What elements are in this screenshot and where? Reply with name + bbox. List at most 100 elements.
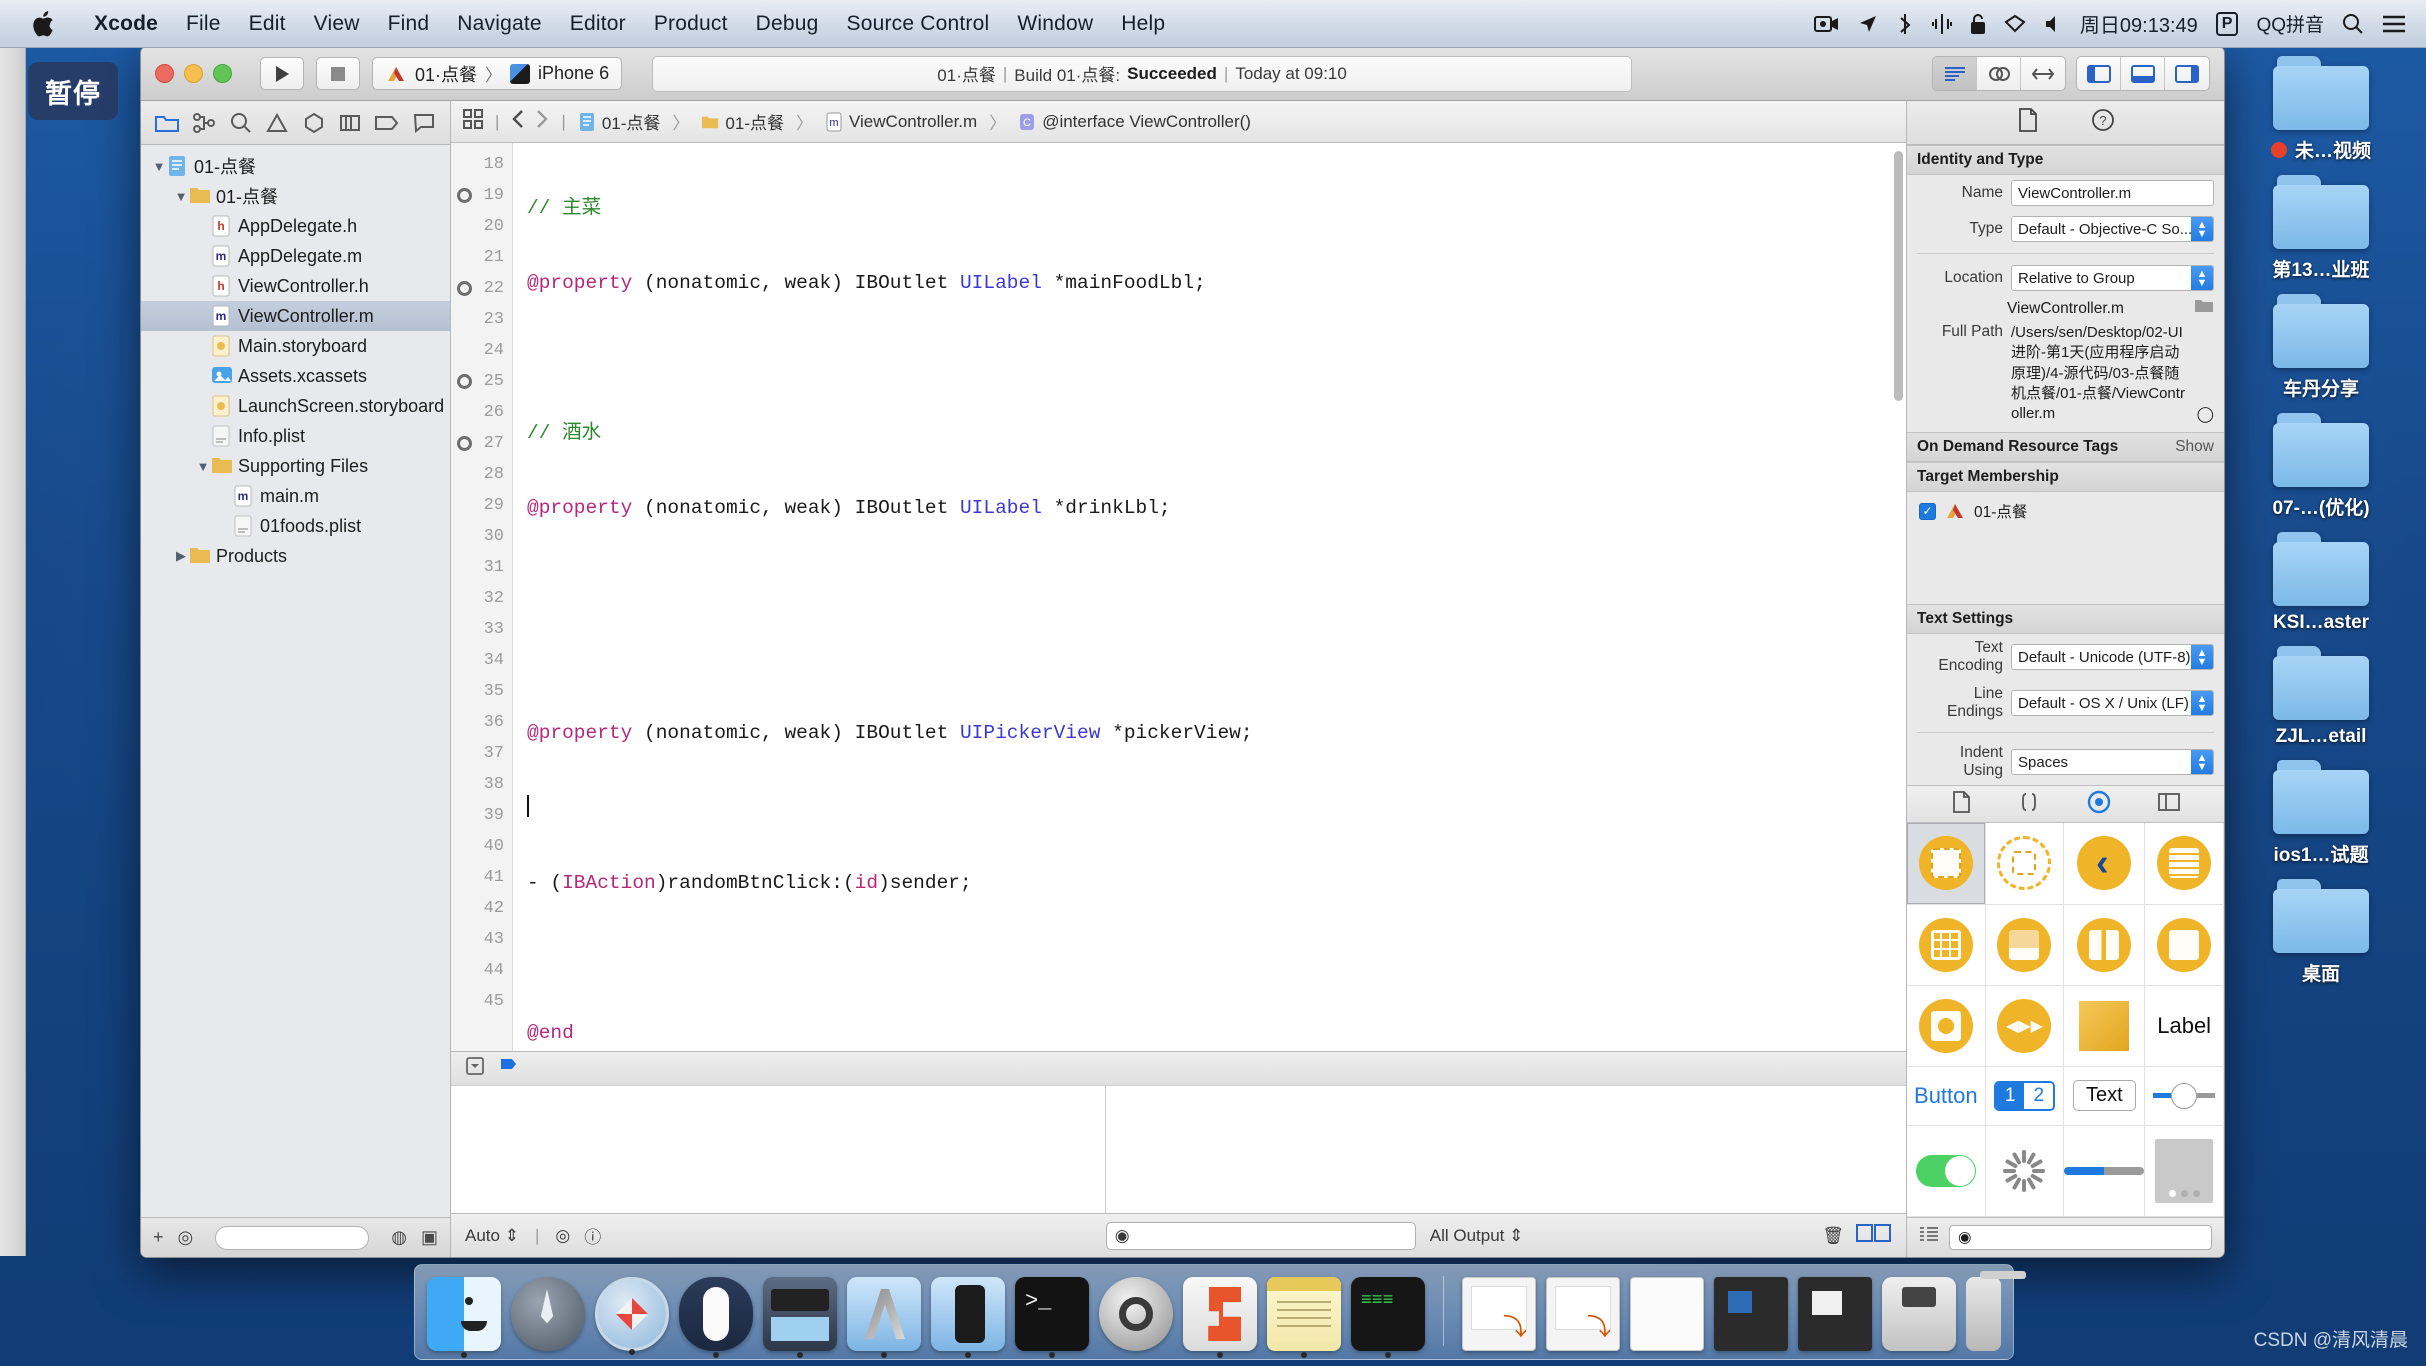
- imovie-icon[interactable]: [763, 1277, 837, 1358]
- trash-icon[interactable]: [1965, 1271, 2027, 1351]
- gutter-line-20[interactable]: 20: [451, 211, 512, 242]
- breakpoint-marker-icon[interactable]: [457, 374, 472, 389]
- desktop-icon-folder[interactable]: 车丹分享: [2241, 294, 2401, 401]
- gutter-line-32[interactable]: 32: [451, 583, 512, 614]
- disclosure-triangle-icon[interactable]: ▼: [173, 189, 189, 204]
- location-arrow-icon[interactable]: [1858, 14, 1878, 34]
- gutter-line-45[interactable]: 45: [451, 986, 512, 1017]
- gutter-line-26[interactable]: 26: [451, 397, 512, 428]
- calculator-icon[interactable]: ≡≡≡: [1351, 1277, 1425, 1358]
- object-library-grid[interactable]: ‹ ◀▶▶ Label Button 12 Text: [1907, 823, 2224, 1217]
- launchpad-icon[interactable]: [511, 1277, 585, 1351]
- desktop-icon-folder[interactable]: 桌面: [2241, 879, 2401, 986]
- library-view-toggle-icon[interactable]: [1919, 1226, 1939, 1249]
- run-button[interactable]: [260, 57, 304, 90]
- navigator-row-main-storyboard[interactable]: Main.storyboard: [141, 331, 450, 361]
- menu-edit[interactable]: Edit: [235, 10, 300, 38]
- library-item-text-field[interactable]: Text: [2064, 1067, 2146, 1126]
- window-blank-icon[interactable]: [1629, 1277, 1704, 1351]
- navigator-row-products[interactable]: ▶ Products: [141, 541, 450, 571]
- menu-view[interactable]: View: [300, 10, 374, 38]
- menu-help[interactable]: Help: [1107, 10, 1179, 38]
- lineendings-select[interactable]: Default - OS X / Unix (LF) ▲ ▼: [2011, 690, 2214, 717]
- navigator-tab-issues[interactable]: [264, 110, 290, 136]
- notes-icon[interactable]: [1267, 1277, 1341, 1358]
- navigator-tab-source-control[interactable]: [191, 110, 217, 136]
- library-item-table-view-controller[interactable]: [2145, 823, 2224, 905]
- gutter-line-41[interactable]: 41: [451, 862, 512, 893]
- menu-clock[interactable]: 周日09:13:49: [2080, 9, 2198, 38]
- odr-show-link[interactable]: Show: [2175, 438, 2214, 456]
- toggle-navigator-button[interactable]: [2077, 57, 2121, 90]
- gutter-line-35[interactable]: 35: [451, 676, 512, 707]
- gutter-line-23[interactable]: 23: [451, 304, 512, 335]
- desktop-icon-folder[interactable]: 第13…业班: [2241, 175, 2401, 282]
- menu-debug[interactable]: Debug: [742, 10, 833, 38]
- disclosure-triangle-icon[interactable]: ▶: [173, 548, 189, 564]
- standard-editor-button[interactable]: [1933, 57, 1977, 90]
- file-inspector-tab[interactable]: [2017, 108, 2039, 137]
- simulator-icon[interactable]: [931, 1277, 1005, 1358]
- assistant-editor-button[interactable]: [1977, 57, 2021, 90]
- show-hide-debug-button[interactable]: [465, 1056, 485, 1081]
- reveal-in-finder-icon[interactable]: ◯: [2197, 405, 2214, 424]
- dropbox-icon[interactable]: [2004, 14, 2026, 34]
- filter-modified-icon[interactable]: ◍: [391, 1227, 407, 1248]
- gutter-line-37[interactable]: 37: [451, 738, 512, 769]
- back-button[interactable]: [511, 109, 525, 134]
- window-doc-icon[interactable]: ⤵: [1461, 1277, 1536, 1351]
- object-library-tab[interactable]: [2087, 790, 2111, 819]
- menu-source-control[interactable]: Source Control: [833, 10, 1004, 38]
- library-item-label[interactable]: Label: [2145, 985, 2224, 1068]
- gutter-line-28[interactable]: 28: [451, 459, 512, 490]
- indent-select[interactable]: Spaces ▲ ▼: [2011, 749, 2214, 776]
- library-item-button[interactable]: Button: [1907, 1067, 1986, 1126]
- menu-navigate[interactable]: Navigate: [443, 10, 555, 38]
- menu-product[interactable]: Product: [640, 10, 742, 38]
- control-center-list-icon[interactable]: [2382, 14, 2406, 34]
- project-navigator-tree[interactable]: ▼ 01-点餐 ▼ 01-点餐 h AppDelegate.h m AppDelegate.m…: [141, 145, 450, 1217]
- target-checkbox[interactable]: ✓: [1919, 502, 1936, 520]
- library-item-page-view-controller[interactable]: [2145, 904, 2224, 986]
- scope-icon[interactable]: ◎: [555, 1226, 570, 1246]
- menu-file[interactable]: File: [172, 10, 235, 38]
- variables-view[interactable]: [451, 1086, 1106, 1213]
- window-dark2-icon[interactable]: [1797, 1277, 1872, 1351]
- screen-record-icon[interactable]: [1813, 14, 1840, 34]
- desktop-icon-folder[interactable]: 未…视频: [2241, 56, 2401, 163]
- window-dark-icon[interactable]: [1713, 1277, 1788, 1351]
- add-file-button[interactable]: +: [153, 1227, 164, 1248]
- airdrop-icon[interactable]: [1881, 1277, 1956, 1351]
- input-source-badge[interactable]: P: [2215, 11, 2239, 36]
- encoding-select[interactable]: Default - Unicode (UTF-8) ▲ ▼: [2011, 644, 2214, 671]
- related-items-button[interactable]: [463, 109, 483, 134]
- library-item-page-control[interactable]: [2145, 1125, 2224, 1217]
- variables-filter-input[interactable]: ◉: [1105, 1221, 1416, 1250]
- pause-badge[interactable]: 暂停: [28, 62, 118, 120]
- breadcrumb-project[interactable]: 01-点餐: [578, 109, 660, 134]
- gutter-line-29[interactable]: 29: [451, 490, 512, 521]
- variable-scope-select[interactable]: Auto ⇕: [465, 1226, 519, 1246]
- breadcrumb-file[interactable]: m ViewController.m: [825, 112, 977, 132]
- menu-xcode[interactable]: Xcode: [80, 10, 172, 38]
- gutter-line-39[interactable]: 39: [451, 800, 512, 831]
- navigator-row-01-[interactable]: ▼ 01-点餐: [141, 151, 450, 181]
- source-editor[interactable]: 18 19 20 21 22 23 24 25 26 27 28 29 30 31 32 33 34 35 36 37…: [451, 143, 1906, 1051]
- zoom-button[interactable]: [213, 64, 232, 83]
- library-item-segmented-control[interactable]: 12: [1985, 1067, 2065, 1126]
- xcode-icon[interactable]: [847, 1277, 921, 1358]
- navigator-tab-project[interactable]: [154, 110, 180, 136]
- line-number-gutter[interactable]: 18 19 20 21 22 23 24 25 26 27 28 29 30 31 32 33 34 35 36 37…: [451, 143, 513, 1051]
- code-area[interactable]: // 主菜 @property (nonatomic, weak) IBOutl…: [513, 143, 1906, 1051]
- disclosure-triangle-icon[interactable]: ▼: [151, 159, 167, 174]
- breakpoint-marker-icon[interactable]: [457, 281, 472, 296]
- library-item-player-view-controller[interactable]: ◀▶▶: [1985, 985, 2065, 1068]
- media-library-tab[interactable]: [2157, 792, 2181, 817]
- quick-help-tab[interactable]: ?: [2091, 108, 2115, 137]
- menu-editor[interactable]: Editor: [556, 10, 640, 38]
- name-input[interactable]: ViewController.m: [2011, 180, 2214, 206]
- apple-logo-icon[interactable]: [32, 9, 58, 39]
- gutter-line-24[interactable]: 24: [451, 335, 512, 366]
- library-item-split-view-controller[interactable]: [2064, 904, 2146, 986]
- gutter-line-44[interactable]: 44: [451, 955, 512, 986]
